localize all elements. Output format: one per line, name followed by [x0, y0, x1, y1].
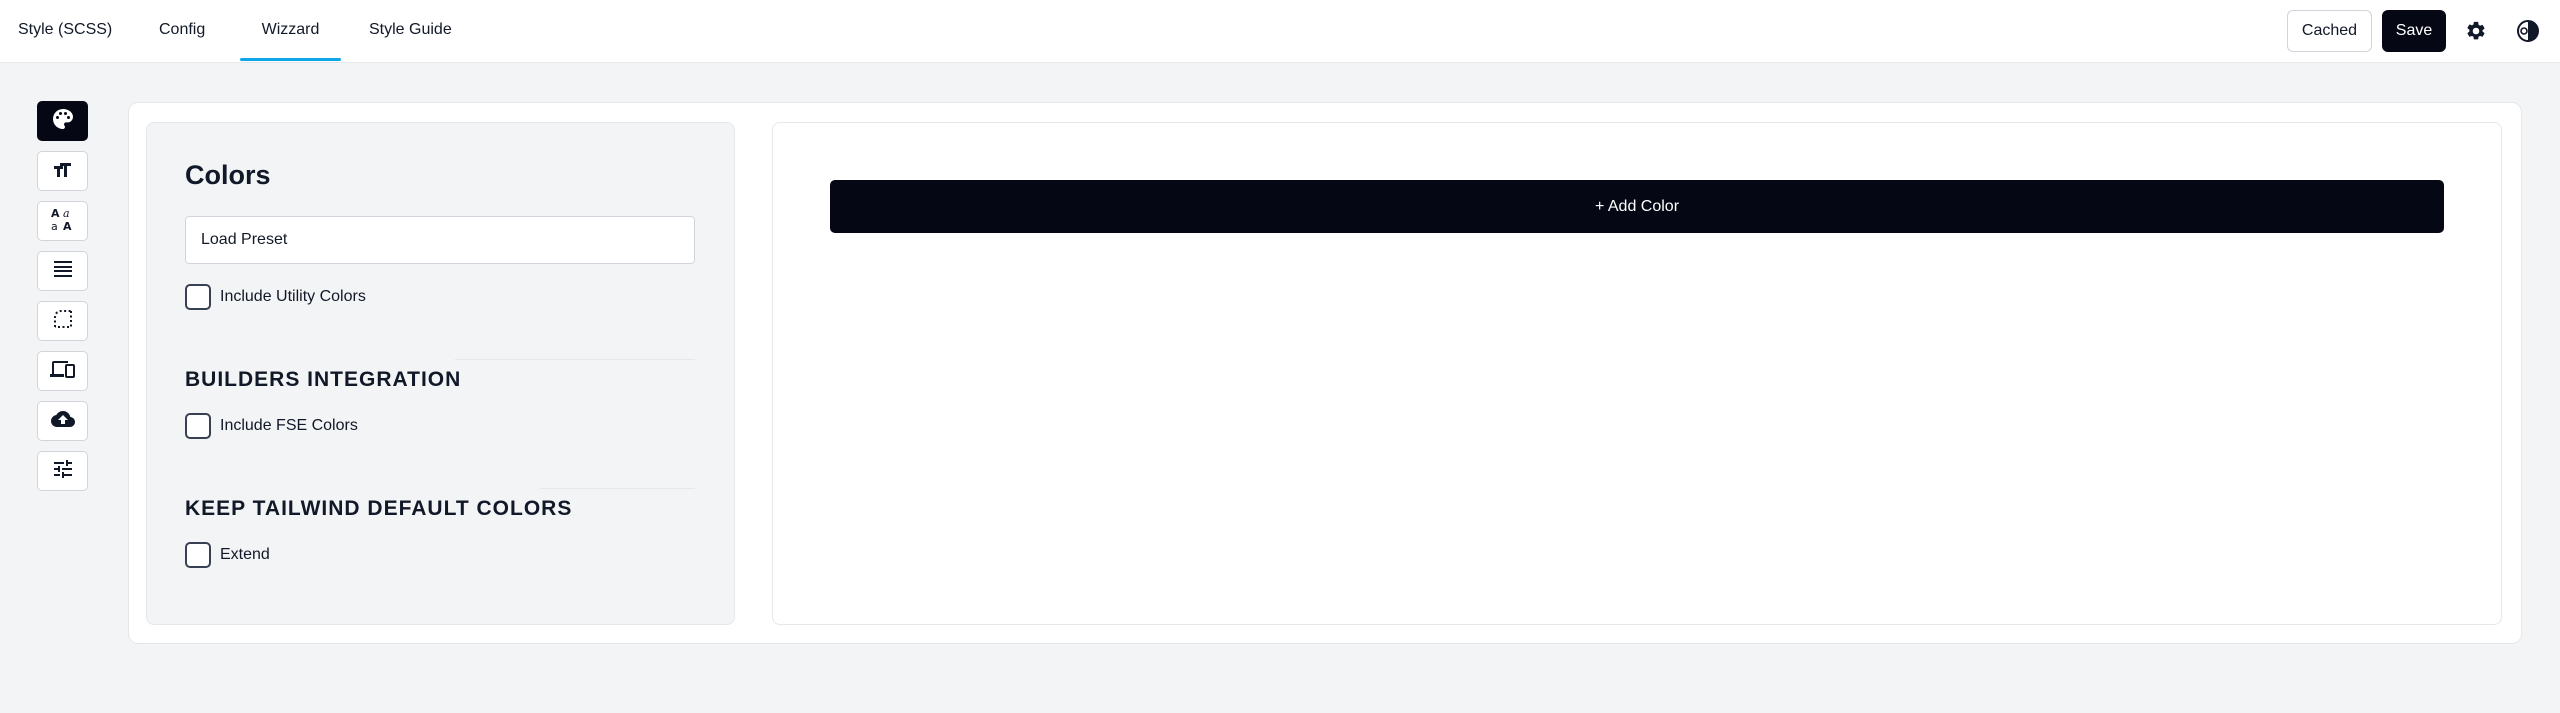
tab-style-guide[interactable]: Style Guide — [369, 0, 459, 63]
svg-text:a: a — [51, 220, 58, 232]
include-utility-colors-checkbox[interactable] — [185, 284, 211, 310]
rail-spacing-button[interactable] — [37, 251, 88, 291]
rail-devices-button[interactable] — [37, 351, 88, 391]
palette-icon — [51, 107, 75, 136]
keep-tailwind-default-colors-heading: KEEP TAILWIND DEFAULT COLORS — [185, 497, 573, 520]
rail-fonts-button[interactable]: A a a A — [37, 201, 88, 241]
svg-text:A: A — [51, 207, 60, 220]
divider — [540, 488, 695, 489]
builders-integration-heading: BUILDERS INTEGRATION — [185, 368, 462, 391]
tab-config[interactable]: Config — [159, 0, 209, 63]
lines-icon — [51, 257, 75, 286]
sliders-icon — [51, 457, 75, 486]
include-utility-colors-label: Include Utility Colors — [220, 288, 366, 305]
extend-label: Extend — [220, 546, 270, 563]
include-fse-colors-label: Include FSE Colors — [220, 417, 358, 434]
gear-icon[interactable] — [2463, 18, 2489, 44]
add-color-button[interactable]: + Add Color — [830, 180, 2444, 233]
border-radius-icon — [51, 307, 75, 336]
devices-icon — [49, 357, 76, 386]
colors-title: Colors — [185, 160, 271, 190]
top-bar: Style (SCSS) Config Wizzard Style Guide … — [0, 0, 2560, 63]
font-icon: A a a A — [50, 206, 76, 237]
text-size-icon — [51, 157, 75, 186]
rail-settings-button[interactable] — [37, 451, 88, 491]
rail-radius-button[interactable] — [37, 301, 88, 341]
extend-checkbox[interactable] — [185, 542, 211, 568]
rail-colors-button[interactable] — [37, 101, 88, 141]
tab-style-scss[interactable]: Style (SCSS) — [18, 0, 113, 63]
tab-wizzard[interactable]: Wizzard — [240, 0, 341, 63]
svg-text:a: a — [63, 207, 70, 220]
divider — [455, 359, 695, 360]
cloud-upload-icon — [50, 407, 76, 436]
active-tab-indicator — [240, 58, 341, 61]
save-button[interactable]: Save — [2382, 10, 2446, 52]
contrast-icon[interactable] — [2515, 18, 2541, 44]
include-fse-colors-checkbox[interactable] — [185, 413, 211, 439]
rail-upload-button[interactable] — [37, 401, 88, 441]
cached-button[interactable]: Cached — [2287, 10, 2372, 52]
rail-typography-button[interactable] — [37, 151, 88, 191]
svg-text:A: A — [63, 220, 72, 232]
load-preset-select[interactable]: Load Preset — [185, 216, 695, 264]
